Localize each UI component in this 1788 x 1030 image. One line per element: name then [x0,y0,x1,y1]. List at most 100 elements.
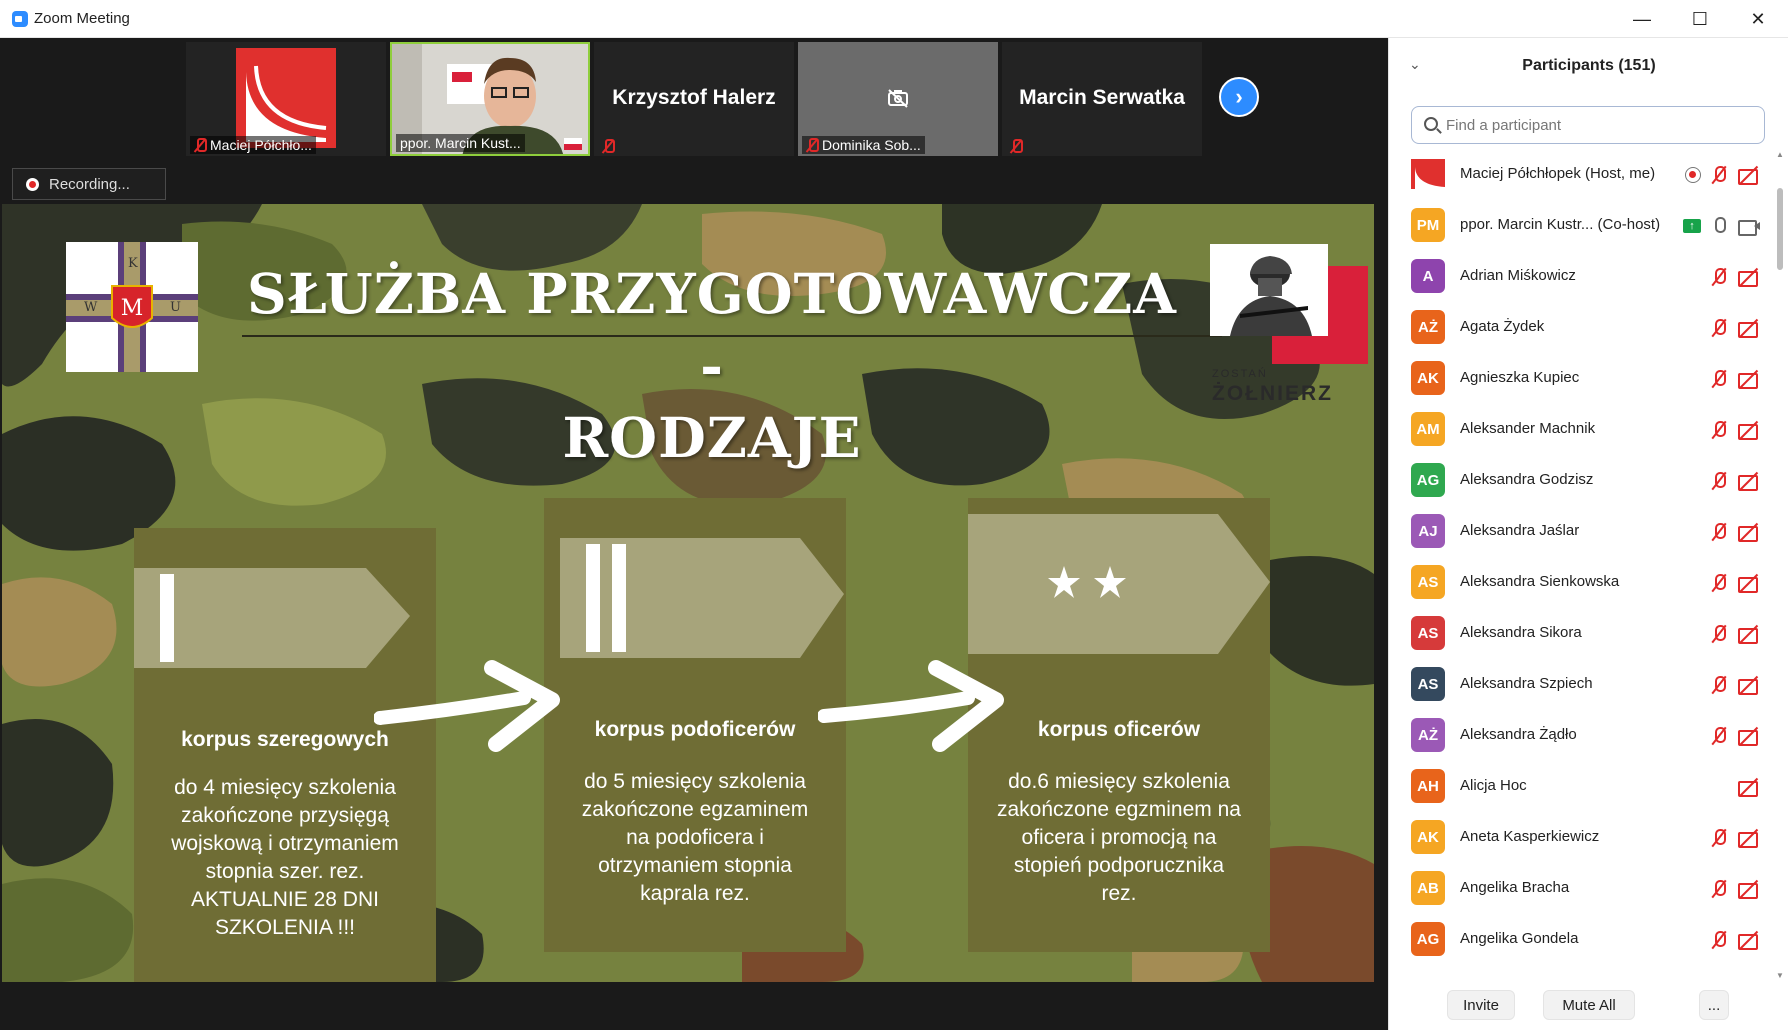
participants-title: Participants (151) [1522,57,1656,74]
meeting-area: Maciej Półchło... ppor. Marcin Kust... K… [0,38,1388,1030]
participant-status-icons [1709,674,1761,696]
microphone-muted-icon[interactable] [1709,828,1729,848]
video-tile-label: ppor. Marcin Kust... [396,134,525,152]
participants-scrollbar[interactable]: ▲ ▼ [1775,150,1785,980]
zoom-logo-icon [12,11,28,27]
video-off-icon[interactable] [1737,522,1761,542]
recording-indicator[interactable]: Recording... [12,168,166,200]
video-camera-icon[interactable] [1737,216,1761,236]
participant-row[interactable]: AŻ Agata Żydek [1389,303,1773,354]
muted-icon [602,139,615,153]
avatar: AM [1411,412,1445,446]
video-tile-2[interactable]: ppor. Marcin Kust... [390,42,590,156]
video-off-icon[interactable] [1737,726,1761,746]
video-tile-5[interactable]: Marcin Serwatka [1002,42,1202,156]
mute-all-button[interactable]: Mute All [1543,990,1635,1020]
panel-heading: korpus podoficerów [594,718,796,741]
slide-title: SŁUŻBA PRZYGOTOWAWCZA - RODZAJE [242,258,1182,474]
video-off-icon[interactable] [1737,369,1761,389]
panel-line: zakończone egzminem na [997,798,1241,821]
video-tile-1[interactable]: Maciej Półchło... [186,42,386,156]
video-off-icon[interactable] [1737,318,1761,338]
video-off-icon[interactable] [1737,879,1761,899]
microphone-muted-icon[interactable] [1709,879,1729,899]
window-title: Zoom Meeting [34,10,130,27]
participant-status-icons [1709,572,1761,594]
microphone-muted-icon[interactable] [1709,318,1729,338]
video-tile-name: Maciej Półchło... [210,137,312,153]
scrollbar-thumb[interactable] [1777,188,1783,270]
soldier-illustration [1210,244,1328,336]
participant-row[interactable]: AS Aleksandra Sikora [1389,609,1773,660]
video-off-icon[interactable] [1737,624,1761,644]
invite-button[interactable]: Invite [1447,990,1515,1020]
avatar: A [1411,259,1445,293]
microphone-muted-icon[interactable] [1709,471,1729,491]
participant-row[interactable]: AK Aneta Kasperkiewicz [1389,813,1773,864]
participant-status-icons [1685,164,1761,186]
participant-row[interactable]: Maciej Półchłopek (Host, me) [1389,150,1773,201]
video-off-icon[interactable] [1737,777,1761,797]
participant-row[interactable]: AS Aleksandra Sienkowska [1389,558,1773,609]
microphone-muted-icon[interactable] [1709,420,1729,440]
participant-row[interactable]: AŻ Aleksandra Żądło [1389,711,1773,762]
panel-line: stopień podporucznika [1013,854,1225,877]
next-page-button[interactable]: › [1219,77,1259,117]
microphone-muted-icon[interactable] [1709,267,1729,287]
video-strip: Maciej Półchło... ppor. Marcin Kust... K… [0,38,1388,158]
participant-search[interactable] [1411,106,1765,144]
video-off-icon[interactable] [1737,675,1761,695]
video-off-icon[interactable] [1737,165,1761,185]
record-icon [26,178,39,191]
participant-row[interactable]: AK Agnieszka Kupiec [1389,354,1773,405]
panel-body: do.6 miesięcy szkolenia zakończone egzmi… [968,768,1270,908]
panel-line: zakończone egzaminem [581,798,809,821]
close-button[interactable]: ✕ [1729,0,1787,38]
participant-row[interactable]: AG Aleksandra Godzisz [1389,456,1773,507]
video-tile-3[interactable]: Krzysztof Halerz [594,42,794,156]
video-tile-label: Maciej Półchło... [190,136,316,154]
microphone-muted-icon[interactable] [1709,675,1729,695]
video-off-icon[interactable] [1737,267,1761,287]
participant-row[interactable]: AJ Aleksandra Jaślar [1389,507,1773,558]
video-off-icon[interactable] [1737,420,1761,440]
meeting-bottom-bar [0,1021,1388,1030]
private-rank-insignia-icon [134,568,410,668]
participant-row[interactable]: AS Aleksandra Szpiech [1389,660,1773,711]
avatar: AK [1411,820,1445,854]
participant-row[interactable]: AM Aleksander Machnik [1389,405,1773,456]
participant-row[interactable]: A Adrian Miśkowicz [1389,252,1773,303]
participant-status-icons [1709,623,1761,645]
panel-line: do 5 miesięcy szkolenia [584,770,806,793]
scroll-down-icon[interactable]: ▼ [1776,971,1784,980]
more-options-button[interactable]: ... [1699,990,1729,1020]
panel-line: oficera i promocją na [1021,826,1217,849]
recording-label: Recording... [49,175,130,193]
participant-row[interactable]: PM ppor. Marcin Kustr... (Co-host) ↑ [1389,201,1773,252]
maximize-button[interactable]: ☐ [1671,0,1729,38]
microphone-muted-icon[interactable] [1709,930,1729,950]
microphone-muted-icon[interactable] [1709,522,1729,542]
microphone-muted-icon[interactable] [1709,165,1729,185]
video-tile-4[interactable]: Dominika Sob... [798,42,998,156]
participant-row[interactable]: AG Angelika Gondela [1389,915,1773,966]
microphone-muted-icon[interactable] [1709,369,1729,389]
video-off-icon[interactable] [1737,930,1761,950]
participant-row[interactable]: AH Alicja Hoc [1389,762,1773,813]
microphone-muted-icon[interactable] [1709,726,1729,746]
crest-letter-right: U [170,300,181,315]
microphone-icon[interactable] [1709,216,1729,236]
microphone-muted-icon[interactable] [1709,573,1729,593]
muted-icon [806,138,819,152]
video-off-icon[interactable] [1737,471,1761,491]
minimize-button[interactable]: — [1613,0,1671,38]
participant-name: Angelika Gondela [1460,930,1579,947]
participant-name: Aleksandra Sikora [1460,624,1582,641]
video-off-icon[interactable] [1737,573,1761,593]
microphone-muted-icon[interactable] [1709,624,1729,644]
participant-row[interactable]: AB Angelika Bracha [1389,864,1773,915]
participant-name: Aneta Kasperkiewicz [1460,828,1600,845]
scroll-up-icon[interactable]: ▲ [1776,150,1784,159]
participant-search-input[interactable] [1446,115,1746,135]
video-off-icon[interactable] [1737,828,1761,848]
